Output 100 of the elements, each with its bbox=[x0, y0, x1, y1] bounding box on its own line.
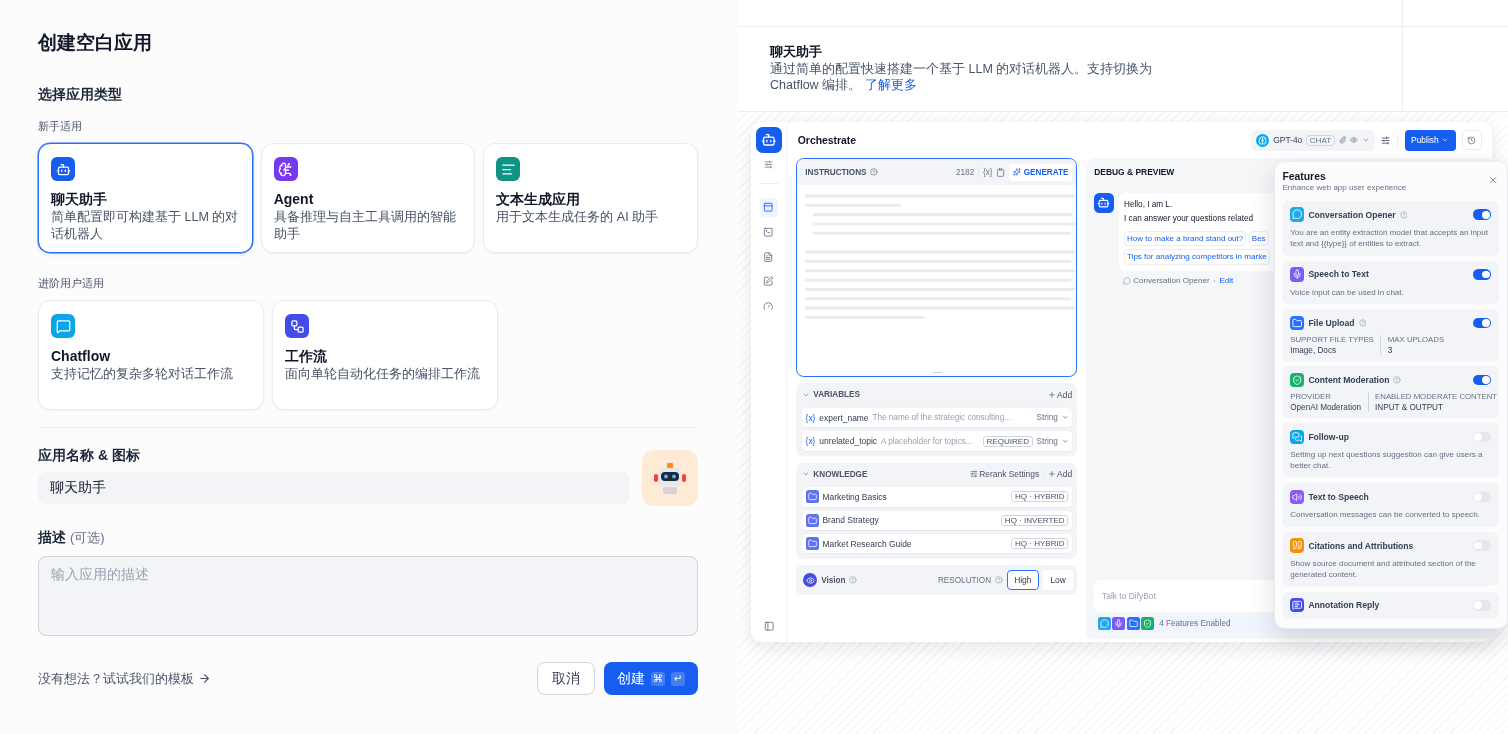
app-type-card[interactable]: 聊天助手 简单配置即可构建基于 LLM 的对话机器人 bbox=[38, 143, 253, 253]
resolution-label: RESOLUTION bbox=[937, 575, 992, 585]
folder-icon bbox=[807, 515, 817, 525]
variable-insert[interactable]: {x} bbox=[983, 167, 993, 177]
feature-toggle[interactable] bbox=[1472, 209, 1491, 220]
messages-icon bbox=[1292, 431, 1303, 443]
feature-toggle[interactable] bbox=[1472, 269, 1491, 280]
sidebar-toggle-icon bbox=[763, 621, 774, 632]
variable-type: String bbox=[1036, 413, 1058, 423]
resolution-option[interactable]: Low bbox=[1042, 570, 1074, 590]
speaker-icon bbox=[1292, 491, 1303, 502]
card-description: 简单配置即可构建基于 LLM 的对话机器人 bbox=[51, 209, 240, 243]
note-icon bbox=[1292, 600, 1303, 611]
chevron-down-icon bbox=[1361, 136, 1370, 145]
add-button[interactable]: Add bbox=[1048, 389, 1073, 400]
cancel-button[interactable]: 取消 bbox=[537, 662, 595, 695]
rerank-settings-button[interactable]: Rerank Settings bbox=[970, 469, 1040, 480]
feature-toggle[interactable] bbox=[1472, 540, 1491, 551]
setting-value: Image, Docs bbox=[1290, 345, 1338, 355]
knowledge-name: Market Research Guide bbox=[822, 538, 913, 549]
template-link[interactable]: 没有想法？试试我们的模板 bbox=[38, 669, 211, 688]
feature-toggle[interactable] bbox=[1472, 600, 1491, 611]
setting-label: SUPPORT FILE TYPES bbox=[1290, 335, 1374, 345]
variable-name: unrelated_topic bbox=[819, 436, 877, 447]
optional-hint: (可选) bbox=[70, 529, 105, 547]
chat-bubble-icon bbox=[1100, 619, 1110, 629]
group-label: 新手适用 bbox=[38, 119, 83, 133]
robot-icon bbox=[760, 132, 777, 148]
help-icon bbox=[994, 576, 1003, 584]
card-description: 面向单轮自动化任务的编排工作流 bbox=[285, 366, 481, 383]
attachment-icon bbox=[1338, 136, 1347, 145]
message-text: I can answer your questions related bbox=[1124, 213, 1255, 225]
feature-toggle[interactable] bbox=[1472, 491, 1491, 502]
folder-icon bbox=[807, 492, 817, 502]
knowledge-name: Marketing Basics bbox=[822, 491, 888, 502]
add-button[interactable]: Add bbox=[1048, 469, 1073, 480]
app-type-card[interactable]: Chatflow 支持记忆的复杂多轮对话工作流 bbox=[38, 300, 264, 410]
card-description: 用于文本生成任务的 AI 助手 bbox=[496, 209, 660, 226]
feature-toggle[interactable] bbox=[1472, 317, 1491, 329]
chevron-down-icon bbox=[1061, 414, 1069, 421]
card-title: Agent bbox=[273, 190, 315, 209]
section-heading: 选择应用类型 bbox=[38, 85, 123, 103]
shield-icon bbox=[1142, 619, 1152, 629]
card-description: 支持记忆的复杂多轮对话工作流 bbox=[51, 366, 234, 383]
setting-label: MAX UPLOADS bbox=[1387, 335, 1445, 345]
section-label: KNOWLEDGE bbox=[813, 469, 868, 479]
learn-more-link[interactable]: 了解更多 bbox=[865, 78, 918, 92]
setting-value: 3 bbox=[1387, 345, 1394, 355]
shortcut-key: ⌘ bbox=[651, 671, 665, 686]
feature-toggle[interactable] bbox=[1472, 374, 1491, 386]
chat-bubble-icon bbox=[1292, 209, 1303, 220]
feature-name: File Upload bbox=[1308, 318, 1355, 329]
brain-icon bbox=[278, 161, 294, 177]
description-input[interactable]: 输入应用的描述 bbox=[38, 556, 698, 636]
resolution-option[interactable]: High bbox=[1006, 570, 1039, 590]
variable-row[interactable]: {x} expert_name The name of the strategic consulting... String bbox=[801, 407, 1073, 428]
features-count: 4 Features Enabled bbox=[1159, 619, 1231, 629]
preview-title: 聊天助手 bbox=[770, 43, 823, 61]
app-icon-picker[interactable] bbox=[642, 450, 698, 506]
chat-bubble-icon bbox=[1122, 276, 1131, 285]
eye-icon bbox=[1350, 136, 1359, 145]
robot-icon bbox=[55, 161, 71, 177]
card-title: 聊天助手 bbox=[51, 190, 108, 209]
folder-icon bbox=[1128, 619, 1138, 629]
shield-icon bbox=[1292, 374, 1303, 386]
card-title: 工作流 bbox=[285, 347, 328, 366]
setting-value: INPUT & OUTPUT bbox=[1375, 402, 1444, 412]
history-button[interactable] bbox=[1462, 130, 1482, 150]
chevron-down-icon bbox=[1441, 136, 1450, 145]
model-name: GPT-4o bbox=[1273, 135, 1303, 146]
create-button[interactable]: 创建 ⌘ ↵ bbox=[604, 662, 698, 695]
model-icon bbox=[1258, 135, 1268, 145]
quote-icon bbox=[1292, 540, 1303, 551]
generate-button[interactable]: GENERATE bbox=[1009, 163, 1073, 181]
close-icon[interactable] bbox=[1488, 175, 1499, 186]
feature-name: Content Moderation bbox=[1308, 375, 1390, 386]
folder-icon bbox=[1292, 317, 1303, 329]
sliders-icon bbox=[970, 470, 978, 479]
app-type-card[interactable]: Agent 具备推理与自主工具调用的智能助手 bbox=[260, 143, 476, 253]
history-icon bbox=[1467, 135, 1477, 145]
window-icon bbox=[763, 202, 774, 213]
feature-name: Citations and Attributions bbox=[1308, 540, 1414, 551]
variable-token: {x} bbox=[805, 412, 816, 423]
shortcut-key: ↵ bbox=[671, 671, 685, 686]
resize-handle[interactable] bbox=[931, 372, 943, 374]
feature-toggle[interactable] bbox=[1472, 431, 1491, 443]
chevron-down-icon bbox=[1061, 437, 1069, 445]
feature-name: Text to Speech bbox=[1308, 491, 1369, 502]
card-description: 具备推理与自主工具调用的智能助手 bbox=[273, 209, 457, 243]
app-name-input[interactable]: 聊天助手 bbox=[38, 472, 630, 504]
group-label: 进阶用户适用 bbox=[38, 276, 105, 290]
app-type-card[interactable]: 文本生成应用 用于文本生成任务的 AI 助手 bbox=[483, 143, 698, 253]
app-type-card[interactable]: 工作流 面向单轮自动化任务的编排工作流 bbox=[272, 300, 498, 410]
publish-button[interactable]: Publish bbox=[1404, 129, 1456, 151]
feature-name: Annotation Reply bbox=[1308, 600, 1380, 611]
feature-name: Follow-up bbox=[1308, 432, 1349, 443]
sliders-icon bbox=[764, 159, 774, 169]
instructions-editor[interactable]: INSTRUCTIONS 2182 {x} GENERATE bbox=[796, 158, 1078, 377]
eye-icon bbox=[805, 575, 815, 585]
panel-title: Features bbox=[1282, 169, 1327, 183]
